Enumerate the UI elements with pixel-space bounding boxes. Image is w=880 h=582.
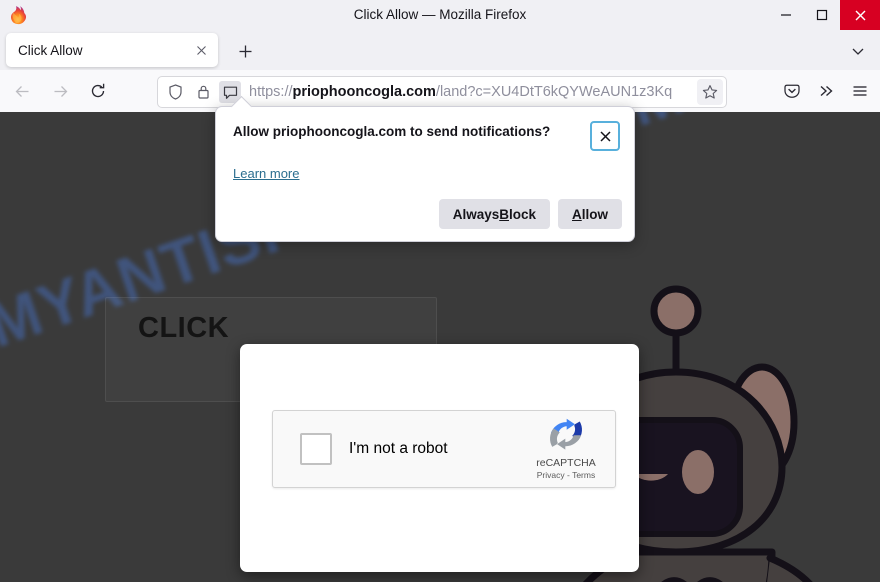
url-scheme: https:// [249, 84, 293, 100]
maximize-button[interactable] [804, 0, 840, 30]
recaptcha-widget[interactable]: I'm not a robot reCAPTCHA Privacy - Term… [272, 410, 616, 488]
captcha-card: I'm not a robot reCAPTCHA Privacy - Term… [240, 344, 639, 572]
recaptcha-logo-icon [550, 418, 582, 450]
always-block-accesskey: B [499, 206, 509, 222]
permission-dialog-actions: Always Block Allow [438, 199, 622, 229]
close-icon [855, 10, 865, 20]
allow-suffix: llow [581, 206, 608, 222]
always-block-suffix: lock [508, 206, 536, 222]
window-title: Click Allow — Mozilla Firefox [353, 7, 527, 22]
browser-tab[interactable]: Click Allow [6, 33, 218, 67]
recaptcha-checkbox[interactable] [300, 433, 332, 465]
allow-button[interactable]: Allow [558, 199, 622, 229]
close-icon [599, 130, 611, 142]
title-bar: Click Allow — Mozilla Firefox [0, 0, 880, 31]
plus-icon [239, 45, 251, 57]
shield-icon[interactable] [164, 81, 186, 103]
list-all-tabs-button[interactable] [846, 39, 870, 63]
tab-strip: Click Allow [0, 30, 880, 70]
new-tab-button[interactable] [232, 38, 258, 64]
chevron-down-icon [852, 48, 864, 55]
back-button[interactable] [6, 75, 38, 107]
tab-title: Click Allow [18, 42, 83, 58]
close-window-button[interactable] [840, 0, 880, 30]
bookmark-button[interactable] [697, 79, 723, 105]
allow-accesskey: A [572, 206, 582, 222]
forward-button[interactable] [44, 75, 76, 107]
hamburger-menu-icon [853, 86, 867, 96]
app-menu-button[interactable] [844, 75, 876, 107]
window-controls [768, 0, 880, 30]
arrow-left-icon [15, 85, 28, 97]
shield-icon [168, 84, 182, 100]
always-block-prefix: Always [452, 206, 500, 222]
double-chevron-right-icon [820, 85, 833, 97]
recaptcha-link-separator: - [567, 470, 570, 480]
url-text: https://priophooncogla.com/land?c=XU4DtT… [249, 84, 697, 100]
toolbar-right-controls [774, 75, 876, 107]
tab-close-button[interactable] [189, 38, 213, 62]
recaptcha-brand-name: reCAPTCHA [536, 457, 596, 469]
minimize-icon [781, 14, 791, 16]
url-host: priophooncogla.com [292, 84, 436, 100]
reload-icon [91, 83, 105, 98]
minimize-button[interactable] [768, 0, 804, 30]
overflow-menu-button[interactable] [810, 75, 842, 107]
speech-bubble-icon [223, 86, 237, 99]
pocket-icon [784, 84, 800, 98]
always-block-button[interactable]: Always Block [438, 199, 550, 229]
recaptcha-legal-links: Privacy - Terms [523, 470, 609, 480]
permission-dialog-title: Allow priophooncogla.com to send notific… [233, 124, 551, 139]
star-icon [702, 85, 718, 99]
recaptcha-privacy-link[interactable]: Privacy [537, 470, 565, 480]
learn-more-link[interactable]: Learn more [233, 166, 299, 181]
page-headline: CLICK [138, 312, 230, 344]
arrow-right-icon [54, 85, 67, 97]
maximize-icon [816, 9, 828, 21]
firefox-browser-window: Click Allow — Mozilla Firefox Click Allo… [0, 0, 880, 582]
close-icon [196, 45, 206, 55]
lock-icon[interactable] [192, 81, 214, 103]
recaptcha-label: I'm not a robot [349, 440, 448, 457]
save-to-pocket-button[interactable] [776, 75, 808, 107]
lock-icon [197, 85, 209, 99]
recaptcha-branding: reCAPTCHA Privacy - Terms [523, 418, 609, 480]
dismiss-permission-button[interactable] [590, 121, 620, 151]
notification-permission-dialog: Allow priophooncogla.com to send notific… [215, 95, 635, 242]
recaptcha-terms-link[interactable]: Terms [572, 470, 595, 480]
url-path: /land?c=XU4DtT6kQYWeAUN1z3Kq [435, 84, 673, 100]
reload-button[interactable] [82, 75, 114, 107]
